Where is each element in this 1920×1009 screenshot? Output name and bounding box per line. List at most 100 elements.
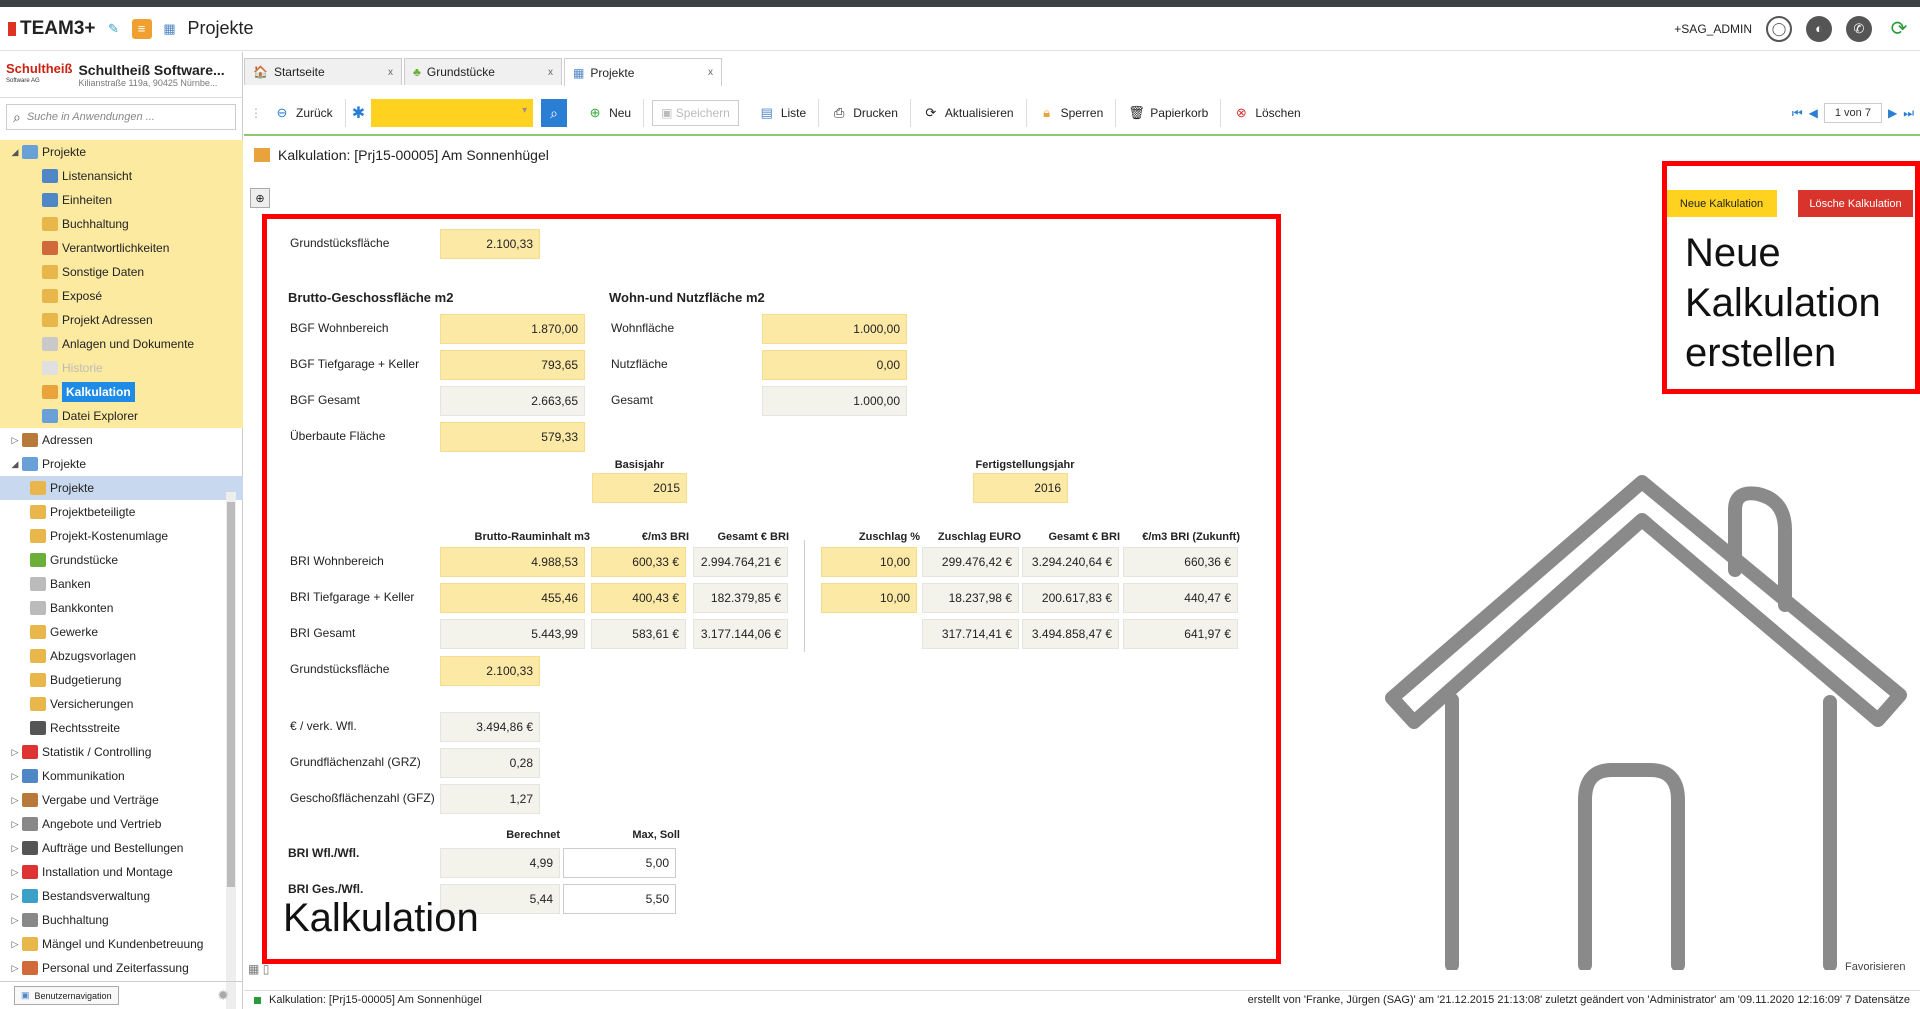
trash-button[interactable]: 🗑︎ Papierkorb [1116,99,1222,127]
tree-item[interactable]: Kalkulation [0,380,243,404]
tree-item[interactable]: ▷ Kommunikation [0,764,243,788]
globe-icon[interactable]: ◐ [1806,15,1832,42]
list-button[interactable]: ▤ Liste [747,99,820,127]
delete-button[interactable]: ⊗ Löschen [1221,99,1312,127]
project-select[interactable] [371,99,534,127]
expand-toggle-icon[interactable]: ▷ [8,795,22,806]
tree-item[interactable]: ▷ Installation und Montage [0,860,243,884]
expand-toggle-icon[interactable]: ▷ [8,435,22,446]
tree-scrollbar[interactable] [226,492,236,1009]
grid-icon[interactable]: ▦ [248,962,259,976]
tree-item[interactable]: ▷ Bestandsverwaltung [0,884,243,908]
asterisk-icon[interactable]: ✱ [352,103,365,123]
print-label: Drucken [853,106,898,120]
new-button[interactable]: ⊕ Neu [575,99,645,127]
wrench-icon[interactable]: ✎ [104,19,124,39]
tree-item[interactable]: Historie [0,356,243,380]
close-icon[interactable]: x [388,67,393,78]
expand-toggle-icon[interactable]: ◢ [8,459,22,470]
tree-item[interactable]: ▷ Statistik / Controlling [0,740,243,764]
expand-toggle-icon[interactable]: ▷ [8,843,22,854]
first-record-icon[interactable]: ⏮ [1792,106,1803,121]
tree-item[interactable]: Grundstücke [0,548,243,572]
tree-item-label: Projekt Adressen [62,313,153,327]
expand-toggle-icon[interactable]: ▷ [8,771,22,782]
tree-item[interactable]: Projektbeteiligte [0,500,243,524]
folder-icon [30,529,46,543]
new-label: Neu [609,106,632,120]
scrollbar-thumb[interactable] [227,502,235,887]
tree-item[interactable]: ▷ Aufträge und Bestellungen [0,836,243,860]
tab-projekte[interactable]: ▦ Projekte x [564,58,722,86]
tree-item[interactable]: Datei Explorer [0,404,243,428]
expand-toggle-icon[interactable]: ▷ [8,819,22,830]
back-button[interactable]: ⊖ Zurück [262,99,346,127]
annotation-kalkulation: Kalkulation [283,896,479,940]
tree-item-label: Mängel und Kundenbetreuung [42,937,204,951]
tree-item[interactable]: Rechtsstreite [0,716,243,740]
tree-item-label: Projekte [42,145,87,159]
tree-item[interactable]: Sonstige Daten [0,260,243,284]
tree-item[interactable]: Einheiten [0,188,243,212]
tab-grundstuecke[interactable]: ♣ Grundstücke x [404,58,562,85]
user-navigation-button[interactable]: ▣ Benutzernavigation [14,986,119,1005]
tree-item[interactable]: Listenansicht [0,164,243,188]
tree-item[interactable]: Banken [0,572,243,596]
lock-button[interactable]: 🔒︎ Sperren [1027,99,1117,127]
tree-item[interactable]: Buchhaltung [0,212,243,236]
tree-item[interactable]: ◢ Projekte [0,452,243,476]
expand-toggle-icon[interactable]: ▷ [8,915,22,926]
search-button[interactable]: ⌕ [541,99,568,127]
app-logo[interactable]: TEAM3+ [8,18,96,40]
tree-item-label: Statistik / Controlling [42,745,152,759]
tree-icon [30,553,46,567]
tree-item[interactable]: Projekte [0,476,243,500]
tree-item[interactable]: Gewerke [0,620,243,644]
tab-startseite[interactable]: 🏠 Startseite x [244,58,402,85]
close-icon[interactable]: x [548,67,553,78]
expand-toggle-icon[interactable]: ▷ [8,747,22,758]
sync-icon[interactable]: ⟳ [1886,16,1912,42]
tree-item[interactable]: Verantwortlichkeiten [0,236,243,260]
tree-item[interactable]: ▷ Angebote und Vertrieb [0,812,243,836]
favorites-link[interactable]: Favorisieren [1845,961,1906,973]
tree-item[interactable]: Anlagen und Dokumente [0,332,243,356]
tree-item[interactable]: Exposé [0,284,243,308]
expand-toggle-icon[interactable]: ▷ [8,963,22,974]
tree-item-label: Versicherungen [50,697,134,711]
close-icon[interactable]: x [708,67,713,78]
tree-item[interactable]: ▷ Adressen [0,428,243,452]
tree-item[interactable]: Abzugsvorlagen [0,644,243,668]
tree-item[interactable]: ▷ Mängel und Kundenbetreuung [0,932,243,956]
zoom-icon[interactable]: ⊕ [250,188,270,208]
save-button[interactable]: ▣ Speichern [652,100,739,126]
delete-label: Löschen [1255,106,1301,120]
refresh-button[interactable]: ⟳ Aktualisieren [911,99,1027,127]
whatsapp-icon[interactable]: ✆ [1846,15,1872,42]
next-record-icon[interactable]: ▶ [1888,106,1897,120]
record-counter[interactable]: 1 von 7 [1823,103,1882,123]
settings-gear-icon[interactable]: ✹ [217,987,229,1004]
expand-toggle-icon[interactable]: ◢ [8,147,22,158]
tree-item[interactable]: Bankkonten [0,596,243,620]
company-header[interactable]: Schultheiß Software AG Schultheiß Softwar… [0,52,242,98]
tree-item[interactable]: Versicherungen [0,692,243,716]
tree-item[interactable]: Projekt Adressen [0,308,243,332]
print-button[interactable]: ⎙ Drucken [819,99,911,127]
expand-toggle-icon[interactable]: ▷ [8,939,22,950]
expand-toggle-icon[interactable]: ▷ [8,891,22,902]
tree-item[interactable]: Projekt-Kostenumlage [0,524,243,548]
document-icon[interactable]: ▯ [263,962,270,976]
tab-label: Startseite [273,65,325,79]
tree-item[interactable]: ▷ Vergabe und Verträge [0,788,243,812]
tree-item[interactable]: ◢ Projekte [0,140,243,164]
user-avatar-icon[interactable]: ◯ [1766,15,1792,42]
tree-item[interactable]: ▷ Buchhaltung [0,908,243,932]
tree-item[interactable]: ▷ Personal und Zeiterfassung [0,956,243,980]
app-search-input[interactable]: ⌕ Suche in Anwendungen ... [6,104,236,130]
last-record-icon[interactable]: ⏭ [1903,106,1914,121]
tree-item[interactable]: Budgetierung [0,668,243,692]
expand-toggle-icon[interactable]: ▷ [8,867,22,878]
rss-icon[interactable]: ≡ [131,18,152,39]
previous-record-icon[interactable]: ◀ [1809,106,1818,120]
